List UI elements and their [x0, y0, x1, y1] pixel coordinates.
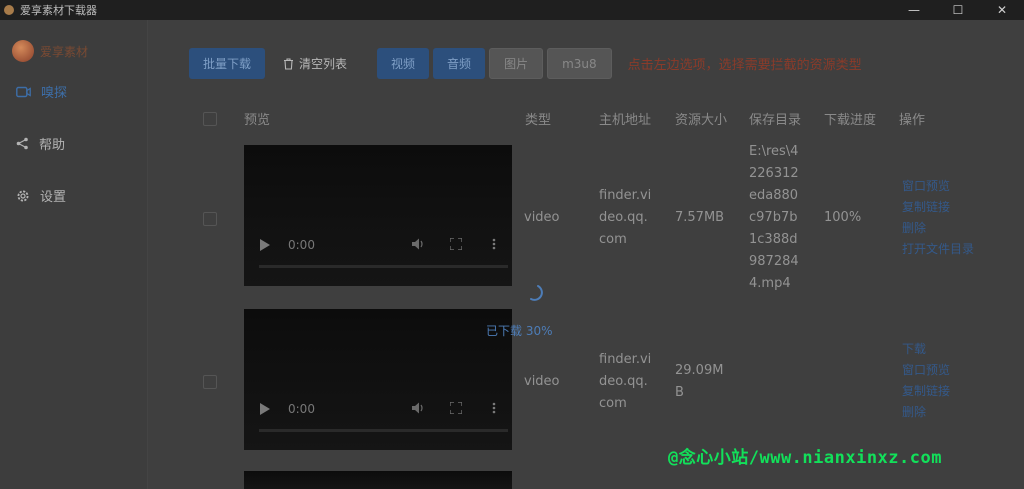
filter-image-button[interactable]: 图片: [489, 48, 544, 79]
cell-size: 7.57MB: [675, 210, 725, 225]
more-options-icon[interactable]: [492, 402, 496, 414]
maximize-button[interactable]: ☐: [936, 0, 980, 20]
sidebar-item-label: 设置: [40, 190, 67, 205]
header-progress: 下载进度: [824, 113, 877, 128]
title-bar: 爱享素材下载器 — ☐ ✕: [0, 0, 1024, 20]
trash-icon: [284, 57, 294, 70]
clear-list-label: 清空列表: [299, 57, 348, 71]
table-row: [148, 471, 1024, 489]
watermark: @念心小站/www.nianxinxz.com: [668, 448, 942, 468]
volume-icon[interactable]: [412, 238, 426, 250]
more-options-icon[interactable]: [492, 238, 496, 250]
player-time: 0:00: [288, 238, 315, 252]
cell-size: 29.09M B: [675, 360, 723, 404]
gear-icon: [17, 190, 29, 201]
dir-line: 1c388d: [749, 232, 798, 247]
header-host: 主机地址: [599, 113, 652, 128]
cell-actions: 窗口预览 复制链接 删除 打开文件目录: [902, 176, 974, 260]
sidebar: 爱享素材 嗅探 帮助 设置: [0, 20, 148, 489]
filter-m3u8-button[interactable]: m3u8: [547, 48, 612, 79]
sidebar-item-settings[interactable]: 设置: [16, 186, 66, 205]
loading-spinner-icon: [530, 285, 543, 301]
size-line: 29.09M: [675, 363, 724, 378]
cell-type: video: [524, 210, 560, 225]
video-preview-player[interactable]: [244, 471, 512, 489]
cell-host: finder.vi deo.qq. com: [599, 185, 651, 251]
sidebar-item-label: 帮助: [39, 138, 66, 153]
header-save-dir: 保存目录: [749, 113, 802, 128]
play-icon[interactable]: [260, 403, 270, 415]
row-checkbox[interactable]: [203, 375, 217, 389]
player-progress-track[interactable]: [259, 265, 508, 268]
download-progress-text: 已下载 30%: [486, 324, 553, 338]
cell-save-dir: E:\res\4 226312 eda880 c97b7b 1c388d 987…: [749, 141, 799, 295]
main-panel: 批量下载 清空列表 视频 音频 图片 m3u8 点击左边选项，选择需要拦截的资源…: [148, 20, 1024, 489]
window-preview-link[interactable]: 窗口预览: [902, 176, 974, 197]
header-size: 资源大小: [675, 113, 728, 128]
toolbar: 批量下载 清空列表 视频 音频 图片 m3u8 点击左边选项，选择需要拦截的资源…: [189, 48, 862, 79]
dir-line: eda880: [749, 188, 799, 203]
share-icon: [16, 137, 28, 150]
minimize-button[interactable]: —: [892, 0, 936, 20]
resource-type-hint: 点击左边选项，选择需要拦截的资源类型: [627, 58, 862, 73]
video-preview-player[interactable]: 0:00: [244, 309, 512, 450]
host-line: deo.qq.: [599, 374, 648, 389]
filter-video-button[interactable]: 视频: [377, 48, 430, 79]
video-preview-player[interactable]: 0:00: [244, 145, 512, 286]
sidebar-item-label: 嗅探: [41, 86, 68, 101]
open-folder-link[interactable]: 打开文件目录: [902, 239, 974, 260]
delete-link[interactable]: 删除: [902, 218, 974, 239]
user-profile[interactable]: 爱享素材: [12, 40, 88, 62]
window-title: 爱享素材下载器: [20, 4, 97, 17]
host-line: com: [599, 396, 627, 411]
size-line: B: [675, 385, 684, 400]
cell-type: video: [524, 374, 560, 389]
host-line: finder.vi: [599, 188, 652, 203]
filter-audio-button[interactable]: 音频: [433, 48, 486, 79]
play-icon[interactable]: [260, 239, 270, 251]
fullscreen-icon[interactable]: [450, 402, 462, 414]
host-line: deo.qq.: [599, 210, 648, 225]
clear-list-button[interactable]: 清空列表: [269, 48, 361, 79]
copy-link-link[interactable]: 复制链接: [902, 197, 974, 218]
sidebar-item-sniff[interactable]: 嗅探: [16, 82, 67, 101]
dir-line: 4.mp4: [749, 276, 791, 291]
header-preview: 预览: [244, 113, 271, 128]
host-line: finder.vi: [599, 352, 652, 367]
batch-download-button[interactable]: 批量下载: [189, 48, 266, 79]
dir-line: c97b7b: [749, 210, 798, 225]
header-actions: 操作: [899, 113, 926, 128]
delete-link[interactable]: 删除: [902, 402, 950, 423]
host-line: com: [599, 232, 627, 247]
download-link[interactable]: 下载: [902, 339, 950, 360]
app-logo-icon: [4, 5, 14, 15]
dir-line: E:\res\4: [749, 144, 799, 159]
video-icon: [16, 86, 31, 97]
player-controls: 0:00: [260, 402, 502, 420]
cell-actions: 下载 窗口预览 复制链接 删除: [902, 339, 950, 423]
cell-host: finder.vi deo.qq. com: [599, 349, 651, 415]
cell-progress: 100%: [824, 210, 862, 225]
row-checkbox[interactable]: [203, 212, 217, 226]
dir-line: 987284: [749, 254, 799, 269]
player-progress-track[interactable]: [259, 429, 508, 432]
table-header: 预览 类型 主机地址 资源大小 保存目录 下载进度 操作: [203, 109, 1003, 129]
window-controls: — ☐ ✕: [892, 0, 1024, 20]
copy-link-link[interactable]: 复制链接: [902, 381, 950, 402]
player-time: 0:00: [288, 402, 315, 416]
volume-icon[interactable]: [412, 402, 426, 414]
player-controls: 0:00: [260, 238, 502, 256]
close-button[interactable]: ✕: [980, 0, 1024, 20]
fullscreen-icon[interactable]: [450, 238, 462, 250]
table-row: 0:00 video finder.vi deo.qq. com 7.57MB …: [148, 144, 1024, 305]
dir-line: 226312: [749, 166, 799, 181]
sidebar-item-help[interactable]: 帮助: [16, 134, 65, 153]
window-preview-link[interactable]: 窗口预览: [902, 360, 950, 381]
avatar: [12, 40, 34, 62]
username: 爱享素材: [40, 44, 89, 59]
header-type: 类型: [525, 113, 552, 128]
